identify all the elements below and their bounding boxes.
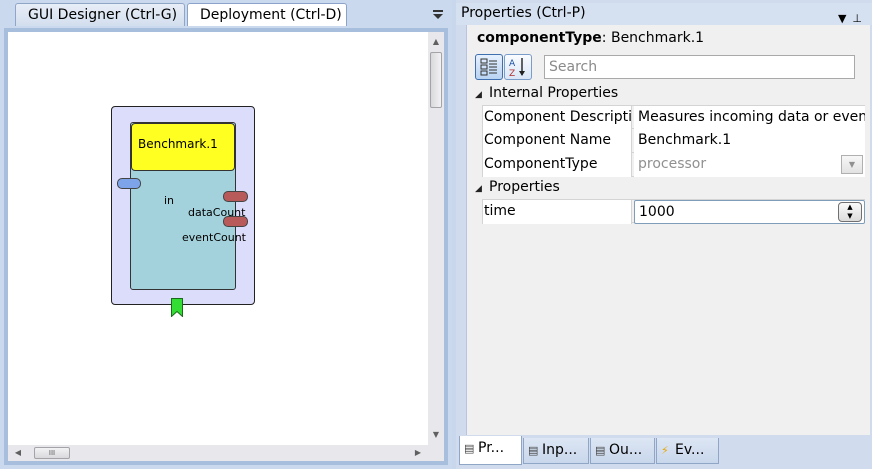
tab-label: Inp... bbox=[542, 442, 578, 458]
property-value[interactable]: processor ▼ bbox=[634, 153, 865, 177]
input-port-in[interactable] bbox=[117, 178, 141, 189]
property-name: Component Descriptic bbox=[482, 106, 632, 130]
number-spinner[interactable]: ▲ ▼ bbox=[838, 202, 862, 222]
section-internal-properties[interactable]: ◢ Internal Properties bbox=[475, 83, 618, 103]
input-port-icon: ▤ bbox=[528, 444, 539, 457]
tab-label: Ev... bbox=[675, 442, 705, 458]
svg-text:Z: Z bbox=[509, 69, 515, 79]
property-row-description[interactable]: Component Descriptic Measures incoming d… bbox=[482, 105, 865, 130]
component-title[interactable]: Benchmark.1 bbox=[131, 123, 235, 171]
property-name: ComponentType bbox=[482, 153, 632, 177]
properties-body: componentType: Benchmark.1 A Z Search ◢ … bbox=[466, 25, 870, 435]
scroll-down-icon[interactable]: ▼ bbox=[428, 427, 444, 443]
spin-up-icon[interactable]: ▲ bbox=[839, 203, 861, 212]
tab-deployment[interactable]: Deployment (Ctrl-D) bbox=[187, 3, 347, 26]
panel-menu-icon[interactable]: ▼ bbox=[838, 12, 852, 25]
property-name: Component Name bbox=[482, 129, 632, 153]
tab-input-ports[interactable]: ▤ Inp... bbox=[523, 438, 589, 464]
time-value: 1000 bbox=[639, 204, 675, 220]
bookmark-icon[interactable] bbox=[171, 298, 183, 317]
collapse-triangle-icon[interactable]: ◢ bbox=[475, 179, 489, 199]
component-type-select-value: processor bbox=[638, 156, 707, 172]
scrollbar-corner bbox=[428, 445, 444, 461]
component-body[interactable]: Benchmark.1 in dataCount eventCount bbox=[130, 122, 246, 317]
component-type-value: Benchmark.1 bbox=[610, 30, 705, 46]
vertical-scroll-thumb[interactable] bbox=[430, 52, 442, 108]
section-title: Properties bbox=[489, 179, 560, 195]
categorized-icon bbox=[480, 58, 497, 76]
tab-list-dropdown-icon[interactable] bbox=[432, 8, 444, 20]
output-port-icon: ▤ bbox=[595, 444, 606, 457]
properties-icon: ▤ bbox=[464, 442, 475, 455]
property-row-component-type[interactable]: ComponentType processor ▼ bbox=[482, 153, 865, 177]
canvas-frame: Benchmark.1 in dataCount eventCount ▲ ▼ bbox=[4, 28, 448, 465]
tab-properties[interactable]: ▤ Pr... bbox=[459, 436, 522, 465]
chevron-down-icon[interactable]: ▼ bbox=[841, 155, 863, 174]
pin-icon[interactable]: ⊥ bbox=[852, 12, 868, 25]
lightning-icon: ⚡ bbox=[661, 444, 669, 457]
tab-label: Pr... bbox=[478, 440, 505, 456]
search-input[interactable]: Search bbox=[544, 55, 855, 79]
vertical-scrollbar[interactable]: ▲ ▼ bbox=[428, 32, 444, 445]
component-type-line: componentType: Benchmark.1 bbox=[477, 30, 705, 46]
section-properties[interactable]: ◢ Properties bbox=[475, 177, 560, 197]
horizontal-scroll-thumb[interactable]: III bbox=[34, 447, 70, 459]
alphabetical-sort-button[interactable]: A Z bbox=[504, 54, 532, 80]
port-label-in: in bbox=[164, 194, 175, 207]
spin-down-icon[interactable]: ▼ bbox=[839, 212, 861, 221]
tab-output-ports[interactable]: ▤ Ou... bbox=[590, 438, 655, 464]
property-name: time bbox=[482, 200, 632, 224]
collapse-triangle-icon[interactable]: ◢ bbox=[475, 85, 489, 105]
properties-header: Properties (Ctrl-P) ▼⊥ bbox=[456, 3, 872, 25]
component-type-label: componentType bbox=[477, 30, 602, 46]
tab-gui-designer[interactable]: GUI Designer (Ctrl-G) bbox=[15, 3, 185, 26]
scroll-right-icon[interactable]: ▶ bbox=[410, 445, 426, 461]
property-row-component-name[interactable]: Component Name Benchmark.1 bbox=[482, 129, 865, 153]
property-value[interactable]: Benchmark.1 bbox=[634, 129, 865, 153]
sort-az-icon: A Z bbox=[509, 58, 525, 79]
scroll-left-icon[interactable]: ◀ bbox=[10, 445, 26, 461]
component-benchmark[interactable]: Benchmark.1 in dataCount eventCount bbox=[111, 106, 255, 317]
deployment-canvas[interactable]: Benchmark.1 in dataCount eventCount ▲ ▼ bbox=[8, 32, 444, 461]
output-port-datacount[interactable] bbox=[223, 191, 248, 202]
port-label-eventcount: eventCount bbox=[182, 231, 246, 244]
horizontal-scrollbar[interactable]: ◀ III ▶ bbox=[8, 445, 428, 461]
bottom-tab-strip: ▤ Pr... ▤ Inp... ▤ Ou... ⚡ Ev... bbox=[456, 436, 872, 469]
time-input[interactable]: 1000 ▲ ▼ bbox=[634, 200, 865, 224]
deployment-panel: GUI Designer (Ctrl-G) Deployment (Ctrl-D… bbox=[0, 0, 452, 469]
output-port-eventcount[interactable] bbox=[223, 216, 248, 227]
section-title: Internal Properties bbox=[489, 85, 619, 101]
tab-events[interactable]: ⚡ Ev... bbox=[656, 438, 719, 464]
svg-text:A: A bbox=[509, 59, 516, 69]
property-value[interactable]: Measures incoming data or events bbox=[634, 106, 865, 130]
categorized-view-button[interactable] bbox=[475, 54, 503, 80]
property-row-time[interactable]: time 1000 ▲ ▼ bbox=[482, 199, 865, 224]
properties-panel: Properties (Ctrl-P) ▼⊥ componentType: Be… bbox=[456, 0, 872, 469]
scroll-up-icon[interactable]: ▲ bbox=[428, 34, 444, 50]
properties-title: Properties (Ctrl-P) bbox=[461, 5, 586, 21]
tab-label: Ou... bbox=[609, 442, 643, 458]
